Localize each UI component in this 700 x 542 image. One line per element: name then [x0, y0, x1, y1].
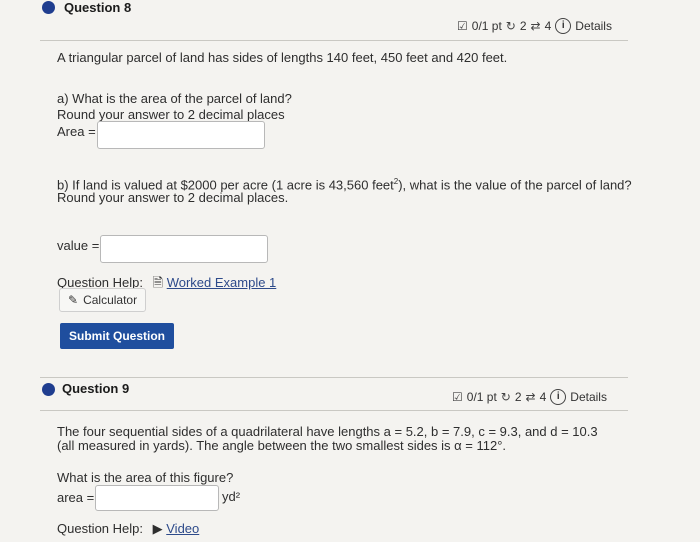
attempts: 4 — [539, 390, 547, 404]
question-9-title: Question 9 — [62, 381, 130, 396]
checkbox-icon: ☑ — [452, 390, 463, 404]
calculator-icon: ✎ — [68, 293, 79, 307]
question-8-bullet — [42, 1, 55, 14]
video-icon: ▶ — [152, 521, 163, 536]
q9-prompt-line1: The four sequential sides of a quadrilat… — [57, 424, 598, 439]
score: 0/1 pt — [466, 390, 497, 404]
attempts-icon: ⇄ — [525, 390, 536, 404]
score: 0/1 pt — [471, 19, 502, 33]
question-9-meta: ☑ 0/1 pt ↻ 2 ⇄ 4 i Details — [452, 389, 607, 405]
video-link[interactable]: Video — [166, 521, 199, 536]
area-label: Area = — [57, 124, 96, 139]
question-9-divider — [40, 410, 628, 411]
q9-prompt-line2: (all measured in yards). The angle betwe… — [57, 438, 507, 453]
question-9-bullet — [42, 383, 55, 396]
attempts: 4 — [544, 19, 552, 33]
q9-area-label: area = — [57, 490, 95, 505]
help-label: Question Help: — [57, 521, 143, 536]
retries: 2 — [514, 390, 522, 404]
submit-question-button[interactable]: Submit Question — [60, 323, 174, 349]
value-input[interactable] — [100, 235, 268, 263]
details-link[interactable]: Details — [570, 390, 607, 404]
q9-help: Question Help: ▶ Video — [57, 521, 199, 537]
question-8-meta: ☑ 0/1 pt ↻ 2 ⇄ 4 i Details — [457, 18, 612, 34]
worked-example-link[interactable]: Worked Example 1 — [167, 275, 277, 290]
q8-prompt: A triangular parcel of land has sides of… — [57, 50, 508, 65]
unit-label: yd² — [222, 489, 241, 504]
retry-icon: ↻ — [505, 19, 516, 33]
q8-part-a-line1: a) What is the area of the parcel of lan… — [57, 91, 292, 106]
retry-icon: ↻ — [500, 390, 511, 404]
calculator-button[interactable]: ✎ Calculator — [59, 288, 147, 312]
info-icon[interactable]: i — [555, 18, 572, 34]
q9-question: What is the area of this figure? — [57, 470, 234, 485]
value-label: value = — [57, 238, 100, 253]
q8-part-a-line2: Round your answer to 2 decimal places — [57, 107, 285, 122]
retries: 2 — [519, 19, 527, 33]
q8-part-b-line2: Round your answer to 2 decimal places. — [57, 190, 289, 205]
attempts-icon: ⇄ — [530, 19, 541, 33]
question-9-top-divider — [40, 377, 628, 378]
q9-area-input[interactable] — [95, 485, 219, 511]
details-link[interactable]: Details — [575, 19, 612, 33]
info-icon[interactable]: i — [550, 389, 567, 405]
question-8-divider — [40, 40, 628, 41]
area-input[interactable] — [97, 121, 265, 149]
checkbox-icon: ☑ — [457, 19, 468, 33]
document-icon: 🗎 — [152, 275, 164, 290]
question-8-title: Question 8 — [64, 0, 132, 15]
